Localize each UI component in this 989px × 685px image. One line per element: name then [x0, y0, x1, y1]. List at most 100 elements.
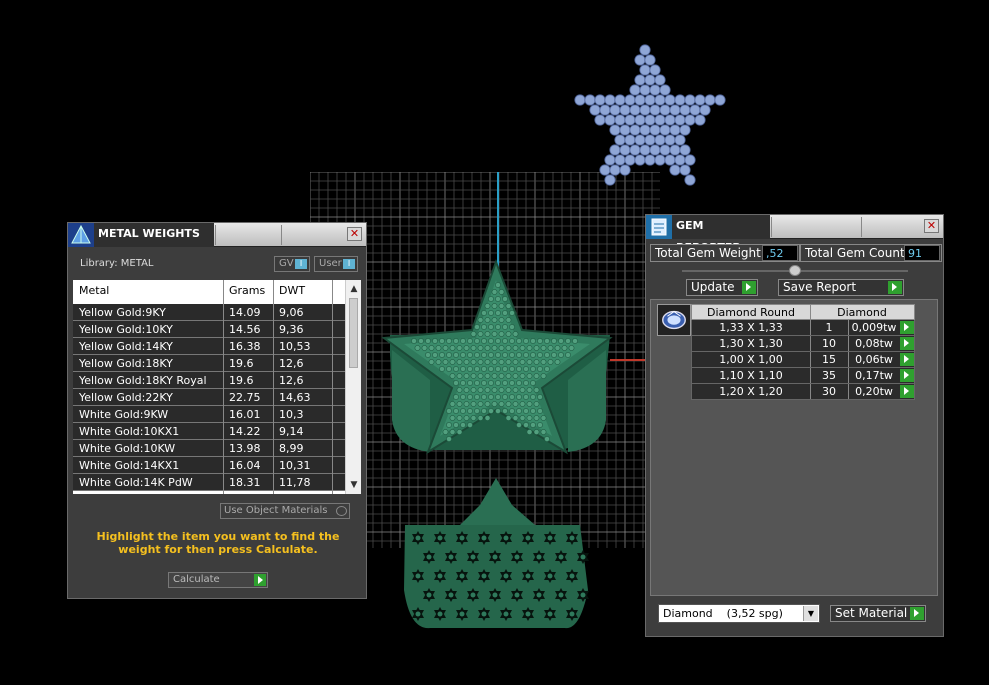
set-material-label: Set Material	[835, 606, 908, 620]
gem-count-cell: 30	[822, 385, 836, 398]
title-separator	[281, 225, 282, 245]
metal-name-cell: Yellow Gold:10KY	[79, 323, 173, 336]
save-report-button[interactable]: Save Report	[778, 279, 904, 296]
title-separator	[771, 217, 772, 237]
grams-cell: 16.04	[229, 459, 261, 472]
title-separator	[861, 217, 862, 237]
gem-table-header: Diamond Round Diamond	[691, 304, 915, 320]
table-row[interactable]: White Gold:14KX1 16.04 10,31	[73, 457, 345, 474]
grams-cell: 22.75	[229, 391, 261, 404]
gem-reporter-panel: GEM REPORTER ✕ Total Gem Weight ,52 Tota…	[645, 214, 944, 637]
report-icon	[646, 215, 672, 239]
set-material-button[interactable]: Set Material	[830, 605, 926, 622]
column-header-diamond-round: Diamond Round	[707, 306, 795, 319]
metal-name-cell: Yellow Gold:18KY	[79, 357, 173, 370]
table-row[interactable]: 1,10 X 1,10 35 0,17tw	[691, 368, 915, 384]
table-row[interactable]: White Gold:10KW 13.98 8,99	[73, 440, 345, 457]
table-row[interactable]: White Gold:10KX1 14.22 9,14	[73, 423, 345, 440]
material-select[interactable]: Diamond (3,52 spg) ▼	[658, 604, 820, 623]
play-arrow-icon[interactable]	[900, 321, 914, 334]
table-row[interactable]: Yellow Gold:22KY 22.75 14,63	[73, 389, 345, 406]
collapse-icon[interactable]	[789, 265, 801, 276]
grams-cell: 19.6	[229, 357, 254, 370]
gem-size-cell: 1,20 X 1,20	[719, 385, 783, 398]
scroll-up-icon[interactable]: ▲	[346, 282, 361, 296]
calculate-button[interactable]: Calculate	[168, 572, 268, 588]
metal-table[interactable]: Metal Grams DWT Yellow Gold:9KY 14.09 9,06…	[73, 280, 361, 494]
play-arrow-icon[interactable]	[900, 369, 914, 382]
gem-size-cell: 1,30 X 1,30	[719, 337, 783, 350]
play-arrow-icon[interactable]	[900, 353, 914, 366]
metal-name-cell: Yellow Gold:22KY	[79, 391, 173, 404]
gem-count-cell: 1	[825, 321, 833, 334]
metal-table-body: Yellow Gold:9KY 14.09 9,06 Yellow Gold:10KY…	[73, 304, 345, 491]
gem-reporter-titlebar[interactable]: GEM REPORTER ✕	[646, 215, 943, 254]
column-divider	[273, 280, 274, 494]
column-divider	[848, 352, 849, 367]
dwt-cell: 12,6	[279, 357, 304, 370]
column-divider	[810, 305, 811, 319]
play-arrow-icon	[910, 607, 924, 620]
metal-name-cell: White Gold:10KX1	[79, 425, 180, 438]
play-arrow-icon[interactable]	[900, 337, 914, 350]
gv-label: GV	[279, 258, 294, 269]
metal-name-cell: Yellow Gold:9KY	[79, 306, 166, 319]
metal-name-cell: White Gold:14K PdW	[79, 476, 193, 489]
dwt-cell: 11,78	[279, 476, 311, 489]
grams-cell: 16.01	[229, 408, 261, 421]
close-icon[interactable]: ✕	[347, 227, 362, 241]
material-select-value: Diamond (3,52 spg)	[663, 607, 783, 620]
gem-count-cell: 35	[822, 369, 836, 382]
metal-name-cell: White Gold:10KW	[79, 442, 176, 455]
table-row[interactable]: 1,33 X 1,33 1 0,009tw	[691, 320, 915, 336]
grams-cell: 14.56	[229, 323, 261, 336]
diamond-icon[interactable]	[657, 304, 691, 336]
gv-toggle[interactable]: GV I	[274, 256, 310, 272]
table-row[interactable]: 1,20 X 1,20 30 0,20tw	[691, 384, 915, 400]
column-divider	[223, 280, 224, 494]
title-separator	[215, 225, 216, 245]
dwt-cell: 10,53	[279, 340, 311, 353]
dwt-cell: 8,99	[279, 442, 304, 455]
play-arrow-icon	[888, 281, 902, 294]
table-row[interactable]: Yellow Gold:18KY Royal 19.6 12,6	[73, 372, 345, 389]
metal-weights-titlebar[interactable]: METAL WEIGHTS ✕	[68, 223, 366, 247]
dwt-cell: 9,14	[279, 425, 304, 438]
update-label: Update	[691, 280, 735, 294]
grams-cell: 14.09	[229, 306, 261, 319]
scroll-down-icon[interactable]: ▼	[346, 478, 361, 492]
user-toggle[interactable]: User I	[314, 256, 358, 272]
column-divider	[332, 280, 333, 494]
close-icon[interactable]: ✕	[924, 219, 939, 233]
column-header-diamond: Diamond	[837, 306, 887, 319]
metal-table-scrollbar[interactable]: ▲ ▼	[345, 280, 361, 494]
gem-size-cell: 1,00 X 1,00	[719, 353, 783, 366]
column-divider	[810, 352, 811, 367]
column-divider	[848, 336, 849, 351]
dwt-cell: 10,31	[279, 459, 311, 472]
table-row[interactable]: White Gold:14K PdW 18.31 11,78	[73, 474, 345, 491]
gem-weight-cell: 0,20tw	[855, 385, 893, 398]
calculate-label: Calculate	[173, 574, 220, 585]
metal-table-header: Metal Grams DWT	[73, 280, 345, 302]
table-row[interactable]: Yellow Gold:10KY 14.56 9,36	[73, 321, 345, 338]
total-gem-weight-value: ,52	[762, 245, 798, 261]
dwt-cell: 12,6	[279, 374, 304, 387]
column-divider	[810, 336, 811, 351]
update-button[interactable]: Update	[686, 279, 758, 296]
chevron-down-icon[interactable]: ▼	[803, 606, 818, 621]
column-divider	[848, 384, 849, 399]
play-arrow-icon[interactable]	[900, 385, 914, 398]
grams-cell: 16.38	[229, 340, 261, 353]
use-object-materials-toggle[interactable]: Use Object Materials	[220, 503, 350, 519]
metal-name-cell: White Gold:14KX1	[79, 459, 180, 472]
table-row[interactable]: Yellow Gold:14KY 16.38 10,53	[73, 338, 345, 355]
table-row[interactable]: White Gold:9KW 16.01 10,3	[73, 406, 345, 423]
table-row[interactable]: 1,30 X 1,30 10 0,08tw	[691, 336, 915, 352]
metal-name-cell: Yellow Gold:18KY Royal	[79, 374, 207, 387]
table-row[interactable]: 1,00 X 1,00 15 0,06tw	[691, 352, 915, 368]
table-row[interactable]: Yellow Gold:9KY 14.09 9,06	[73, 304, 345, 321]
table-row[interactable]: Yellow Gold:18KY 19.6 12,6	[73, 355, 345, 372]
scroll-thumb[interactable]	[349, 298, 358, 368]
gem-table[interactable]: Diamond Round Diamond 1,33 X 1,33 1 0,009t…	[691, 304, 915, 400]
